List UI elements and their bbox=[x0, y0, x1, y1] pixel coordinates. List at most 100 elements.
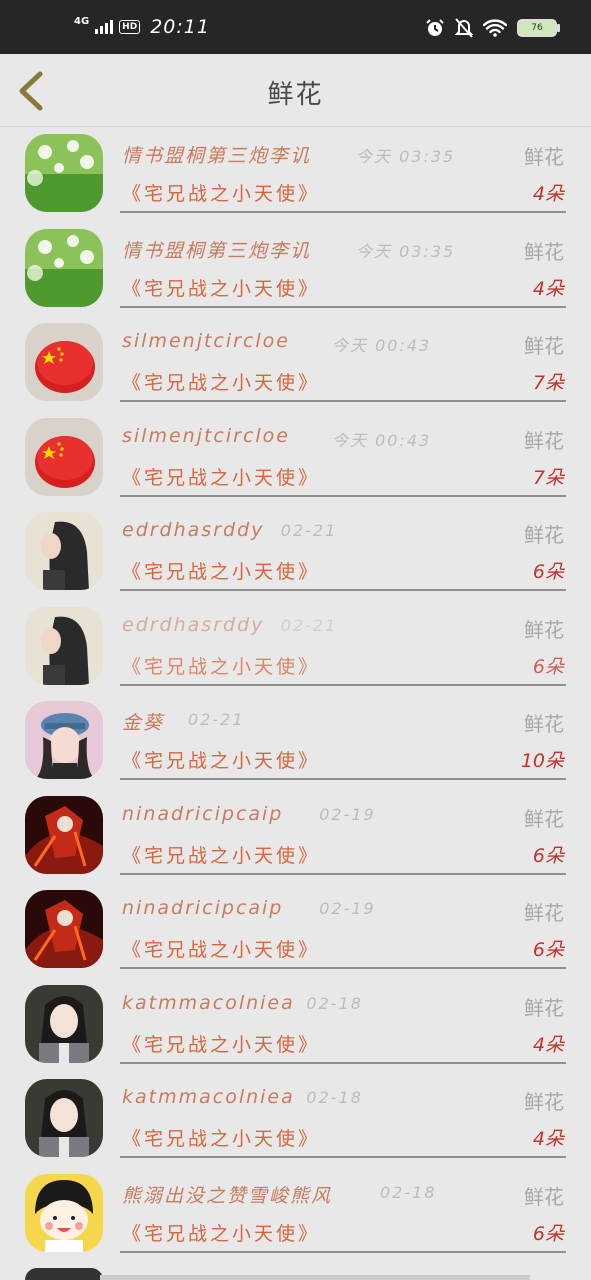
clock: 20:11 bbox=[150, 16, 210, 38]
row-divider bbox=[120, 211, 566, 213]
list-item[interactable]: ninadricipcaip 02-19 鲜花《宅兄战之小天使》 6朵 bbox=[0, 883, 591, 978]
page-title: 鲜花 bbox=[267, 80, 324, 110]
list-item[interactable]: 金葵 02-21 鲜花 《宅兄战之小天使》 10朵 bbox=[0, 694, 591, 789]
sender-name: 情书盟桐第三炮李讥 bbox=[122, 239, 312, 262]
book-title: 《宅兄战之小天使》 bbox=[122, 183, 321, 205]
flower-count: 10朵 bbox=[520, 750, 564, 772]
battery-level: 76 bbox=[531, 23, 543, 33]
avatar[interactable] bbox=[25, 134, 103, 212]
flower-count: 6朵 bbox=[532, 1222, 564, 1245]
send-time: 今天 00:43 bbox=[332, 336, 432, 355]
sender-name: katmmacolniea bbox=[122, 1086, 295, 1108]
avatar[interactable] bbox=[25, 417, 103, 496]
list-item[interactable]: silmenjtcircloe 今天 00:43 鲜花《宅兄战之小天使》 7朵 bbox=[0, 411, 591, 506]
avatar[interactable] bbox=[25, 512, 103, 590]
row-divider bbox=[120, 872, 566, 875]
send-time: 02-19 bbox=[319, 804, 376, 824]
send-time: 02-19 bbox=[319, 899, 376, 918]
partial-row-divider bbox=[100, 1275, 530, 1280]
sender-name: ninadricipcaip bbox=[122, 897, 284, 919]
book-title: 《宅兄战之小天使》 bbox=[122, 1222, 321, 1245]
flower-count: 6朵 bbox=[532, 655, 564, 678]
gift-type: 鲜花 bbox=[524, 617, 564, 642]
row-divider bbox=[120, 589, 566, 591]
book-title: 《宅兄战之小天使》 bbox=[122, 561, 321, 583]
flower-count: 4朵 bbox=[532, 1128, 564, 1150]
book-title: 《宅兄战之小天使》 bbox=[122, 1033, 321, 1056]
row-divider bbox=[120, 305, 566, 308]
send-time: 今天 00:43 bbox=[332, 430, 432, 450]
row-divider bbox=[120, 494, 566, 497]
gift-type: 鲜花 bbox=[524, 1090, 564, 1114]
row-divider bbox=[120, 1156, 566, 1158]
list-item[interactable]: ninadricipcaip 02-19 鲜花《宅兄战之小天使》 6朵 bbox=[0, 789, 591, 884]
gift-type: 鲜花 bbox=[524, 145, 564, 169]
send-time: 02-21 bbox=[188, 710, 245, 729]
send-time: 02-21 bbox=[280, 521, 338, 540]
book-title: 《宅兄战之小天使》 bbox=[122, 466, 321, 489]
status-bar: 4G HD 20:11 76 bbox=[0, 0, 591, 54]
flower-count: 6朵 bbox=[532, 844, 564, 867]
send-time: 02-18 bbox=[306, 993, 363, 1013]
sender-name: silmenjtcircloe bbox=[122, 330, 291, 352]
network-type: 4G bbox=[74, 16, 90, 27]
flower-record-list[interactable]: 情书盟桐第三炮李讥 今天 03:35 鲜花 《宅兄战之小天使》 4朵 情书盟桐第三炮李讥今… bbox=[0, 127, 591, 1261]
flower-count: 6朵 bbox=[532, 939, 564, 961]
avatar[interactable] bbox=[25, 1079, 103, 1157]
gift-type: 鲜花 bbox=[524, 995, 564, 1020]
gift-type: 鲜花 bbox=[524, 428, 564, 453]
book-title: 《宅兄战之小天使》 bbox=[122, 1128, 321, 1150]
row-divider bbox=[120, 778, 566, 780]
wifi-icon bbox=[483, 19, 507, 37]
list-item[interactable]: 情书盟桐第三炮李讥 今天 03:35 鲜花《宅兄战之小天使》 4朵 bbox=[0, 222, 591, 317]
list-item[interactable]: silmenjtcircloe 今天 00:43 鲜花《宅兄战之小天使》 7朵 bbox=[0, 316, 591, 411]
send-time: 02-18 bbox=[380, 1182, 437, 1202]
flower-count: 4朵 bbox=[532, 1033, 564, 1056]
list-item[interactable]: edrdhasrddy 02-21 鲜花 《宅兄战之小天使》 6朵 bbox=[0, 600, 591, 695]
list-item[interactable]: katmmacolniea 02-18 鲜花《宅兄战之小天使》 4朵 bbox=[0, 978, 591, 1073]
row-divider bbox=[120, 400, 566, 402]
flower-count: 4朵 bbox=[532, 277, 564, 300]
gift-type: 鲜花 bbox=[524, 523, 564, 547]
list-item[interactable]: 熊溺出没之赞雪峻熊风 02-18 鲜花 《宅兄战之小天使》 6朵 bbox=[0, 1167, 591, 1262]
sender-name: ninadricipcaip bbox=[122, 802, 284, 825]
sender-name: 熊溺出没之赞雪峻熊风 bbox=[122, 1184, 333, 1207]
gift-type: 鲜花 bbox=[524, 806, 564, 831]
list-item[interactable]: 情书盟桐第三炮李讥 今天 03:35 鲜花 《宅兄战之小天使》 4朵 bbox=[0, 127, 591, 222]
avatar[interactable] bbox=[25, 606, 103, 685]
gift-type: 鲜花 bbox=[524, 901, 564, 925]
book-title: 《宅兄战之小天使》 bbox=[122, 372, 321, 394]
sender-name: 情书盟桐第三炮李讥 bbox=[122, 145, 312, 167]
book-title: 《宅兄战之小天使》 bbox=[122, 844, 321, 867]
book-title: 《宅兄战之小天使》 bbox=[122, 939, 321, 961]
gift-type: 鲜花 bbox=[524, 239, 564, 264]
gift-type: 鲜花 bbox=[524, 334, 564, 358]
sender-name: edrdhasrddy bbox=[122, 519, 265, 541]
row-divider bbox=[120, 683, 566, 686]
send-time: 今天 03:35 bbox=[356, 241, 456, 261]
avatar[interactable] bbox=[25, 1173, 103, 1252]
avatar[interactable] bbox=[25, 795, 103, 874]
row-divider bbox=[120, 1250, 566, 1253]
list-item[interactable]: edrdhasrddy 02-21 鲜花《宅兄战之小天使》 6朵 bbox=[0, 505, 591, 600]
partial-avatar bbox=[25, 1268, 103, 1280]
avatar[interactable] bbox=[25, 228, 103, 307]
book-title: 《宅兄战之小天使》 bbox=[122, 277, 321, 300]
book-title: 《宅兄战之小天使》 bbox=[122, 750, 321, 772]
avatar[interactable] bbox=[25, 701, 103, 779]
avatar[interactable] bbox=[25, 890, 103, 968]
signal-icon bbox=[95, 20, 114, 34]
flower-count: 4朵 bbox=[532, 183, 564, 205]
flower-count: 7朵 bbox=[532, 466, 564, 489]
mute-bell-icon bbox=[455, 18, 473, 38]
sender-name: silmenjtcircloe bbox=[122, 424, 291, 447]
hd-icon: HD bbox=[119, 20, 141, 34]
sender-name: katmmacolniea bbox=[122, 991, 295, 1014]
book-title: 《宅兄战之小天使》 bbox=[122, 655, 321, 678]
avatar[interactable] bbox=[25, 323, 103, 401]
list-item[interactable]: katmmacolniea 02-18 鲜花 《宅兄战之小天使》 4朵 bbox=[0, 1072, 591, 1167]
avatar[interactable] bbox=[25, 984, 103, 1063]
flower-count: 6朵 bbox=[532, 561, 564, 583]
alarm-icon bbox=[426, 19, 444, 36]
flower-count: 7朵 bbox=[532, 372, 564, 394]
